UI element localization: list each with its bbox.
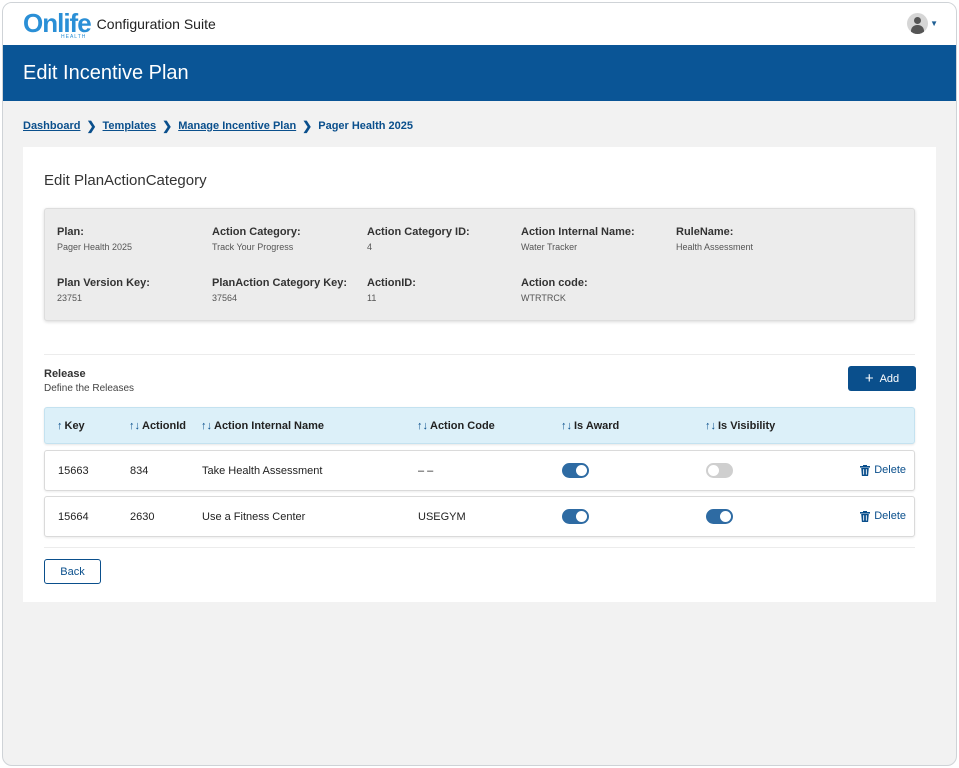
is-award-toggle[interactable] (562, 509, 589, 524)
add-button-label: Add (879, 372, 900, 385)
cell-action-internal-name: Take Health Assessment (202, 465, 323, 477)
is-visibility-toggle[interactable] (706, 509, 733, 524)
edit-card: Edit PlanActionCategory Plan: Pager Heal… (23, 147, 936, 602)
breadcrumb-current: Pager Health 2025 (318, 120, 414, 132)
sort-icon[interactable]: ↑↓ (201, 420, 212, 432)
column-header-is-visibility[interactable]: ↑↓ Is Visibility (705, 420, 775, 432)
column-header-is-award[interactable]: ↑↓ Is Award (561, 420, 619, 432)
caret-down-icon[interactable]: ▼ (930, 19, 938, 28)
info-value: Track Your Progress (212, 242, 294, 252)
column-label: Is Visibility (718, 420, 776, 432)
column-header-key[interactable]: ↑ Key (57, 420, 85, 432)
info-value: 4 (367, 242, 373, 252)
breadcrumb-templates[interactable]: Templates (103, 120, 157, 132)
back-button[interactable]: Back (44, 559, 101, 584)
info-label: PlanAction Category Key: (212, 277, 348, 289)
info-value: Health Assessment (676, 242, 754, 252)
release-title: Release (44, 368, 86, 380)
is-award-toggle[interactable] (562, 463, 589, 478)
release-subtitle: Define the Releases (44, 383, 135, 394)
trash-icon (860, 464, 871, 476)
cell-key: 15663 (58, 465, 89, 477)
cell-action-id: 2630 (130, 511, 155, 523)
info-action-category-id: Action Category ID: 4 (367, 226, 470, 252)
cell-key: 15664 (58, 511, 89, 523)
breadcrumb-dashboard[interactable]: Dashboard (23, 120, 80, 132)
info-plan-version-key: Plan Version Key: 23751 (57, 277, 150, 303)
info-plan: Plan: Pager Health 2025 (57, 226, 132, 252)
cell-action-id: 834 (130, 465, 149, 477)
chevron-right-icon: ❯ (162, 119, 173, 133)
info-value: WTRTRCK (521, 293, 566, 303)
card-title: Edit PlanActionCategory (44, 172, 207, 189)
column-header-action-internal-name[interactable]: ↑↓ Action Internal Name (201, 420, 324, 432)
plus-icon: + (864, 369, 874, 387)
info-value: Pager Health 2025 (57, 242, 133, 252)
info-label: Action Internal Name: (521, 226, 635, 238)
info-value: 11 (367, 293, 377, 303)
breadcrumb: Dashboard ❯ Templates ❯ Manage Incentive… (3, 101, 956, 135)
divider (44, 547, 915, 548)
app-title: Configuration Suite (96, 16, 216, 32)
add-release-button[interactable]: + Add (848, 366, 916, 391)
logo-subtext: HEALTH (61, 34, 87, 40)
cell-action-code: – – (418, 465, 434, 477)
chevron-right-icon: ❯ (86, 119, 97, 133)
onlife-logo[interactable]: Onlife HEALTH (23, 8, 92, 40)
sort-icon[interactable]: ↑↓ (129, 420, 140, 432)
is-visibility-toggle[interactable] (706, 463, 733, 478)
info-value: 23751 (57, 293, 83, 303)
info-action-internal-name: Action Internal Name: Water Tracker (521, 226, 635, 252)
breadcrumb-manage-incentive-plan[interactable]: Manage Incentive Plan (178, 120, 296, 132)
column-label: Key (64, 420, 85, 432)
cell-action-code: USEGYM (418, 511, 466, 523)
info-label: RuleName: (676, 226, 734, 238)
info-label: Action Category ID: (367, 226, 470, 238)
info-action-category: Action Category: Track Your Progress (212, 226, 301, 252)
sort-icon[interactable]: ↑↓ (705, 420, 716, 432)
table-row: 15664 2630 Use a Fitness Center USEGYM D… (44, 496, 915, 537)
user-menu[interactable]: ▼ (907, 13, 938, 34)
column-label: Action Code (430, 420, 495, 432)
cell-action-internal-name: Use a Fitness Center (202, 511, 306, 523)
divider (44, 354, 915, 355)
info-label: ActionID: (367, 277, 416, 289)
chevron-right-icon: ❯ (302, 119, 313, 133)
info-rule-name: RuleName: Health Assessment (676, 226, 753, 252)
page-title: Edit Incentive Plan (23, 61, 189, 84)
info-action-id: ActionID: 11 (367, 277, 416, 303)
app-window: Onlife HEALTH Configuration Suite ▼ Edit… (2, 2, 957, 766)
sort-icon[interactable]: ↑↓ (417, 420, 428, 432)
logo-text: Onlife (23, 8, 92, 38)
info-label: Action code: (521, 277, 588, 289)
info-label: Plan Version Key: (57, 277, 150, 289)
page-banner: Edit Incentive Plan (3, 45, 956, 101)
table-header: ↑ Key ↑↓ ActionId ↑↓ Action Internal Name ↑… (44, 407, 915, 444)
delete-button[interactable]: Delete (860, 464, 906, 476)
delete-label: Delete (874, 510, 906, 522)
info-planaction-category-key: PlanAction Category Key: 37564 (212, 277, 347, 303)
column-header-actionid[interactable]: ↑↓ ActionId (129, 420, 186, 432)
info-value: Water Tracker (521, 242, 578, 252)
info-action-code: Action code: WTRTRCK (521, 277, 588, 303)
delete-button[interactable]: Delete (860, 510, 906, 522)
column-header-action-code[interactable]: ↑↓ Action Code (417, 420, 495, 432)
sort-icon[interactable]: ↑ (57, 420, 63, 432)
top-bar: Onlife HEALTH Configuration Suite ▼ (3, 3, 956, 45)
plan-info-panel: Plan: Pager Health 2025 Action Category:… (44, 208, 915, 321)
column-label: Action Internal Name (214, 420, 325, 432)
info-value: 37564 (212, 293, 238, 303)
delete-label: Delete (874, 464, 906, 476)
column-label: Is Award (574, 420, 620, 432)
info-label: Action Category: (212, 226, 301, 238)
sort-icon[interactable]: ↑↓ (561, 420, 572, 432)
trash-icon (860, 510, 871, 522)
table-row: 15663 834 Take Health Assessment – – Del… (44, 450, 915, 491)
info-label: Plan: (57, 226, 84, 238)
user-avatar-icon[interactable] (907, 13, 929, 34)
column-label: ActionId (142, 420, 186, 432)
